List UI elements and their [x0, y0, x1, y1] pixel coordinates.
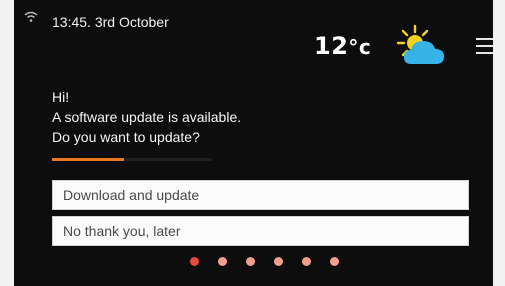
page-dot[interactable] — [302, 257, 311, 266]
temperature-display: 12°c — [314, 32, 371, 60]
page-dot[interactable] — [330, 257, 339, 266]
update-question-text: Do you want to update? — [52, 129, 200, 145]
partly-cloudy-icon — [396, 24, 444, 64]
device-screen: 13:45. 3rd October 12°c Hi! A software u… — [14, 0, 493, 286]
page-dot[interactable] — [246, 257, 255, 266]
hamburger-menu-icon[interactable] — [476, 38, 493, 56]
download-and-update-button[interactable]: Download and update — [52, 180, 469, 210]
page-dot[interactable] — [190, 257, 199, 266]
page-dot[interactable] — [218, 257, 227, 266]
wifi-icon — [24, 11, 38, 22]
no-thank-you-later-button[interactable]: No thank you, later — [52, 216, 469, 246]
temperature-value: 12 — [314, 32, 349, 60]
progress-bar-fill — [52, 158, 124, 161]
status-datetime: 13:45. 3rd October — [52, 14, 169, 30]
progress-bar — [52, 158, 212, 161]
temperature-unit: °c — [348, 35, 372, 59]
update-available-text: A software update is available. — [52, 109, 242, 125]
greeting-text: Hi! — [52, 89, 70, 105]
page-dot[interactable] — [274, 257, 283, 266]
